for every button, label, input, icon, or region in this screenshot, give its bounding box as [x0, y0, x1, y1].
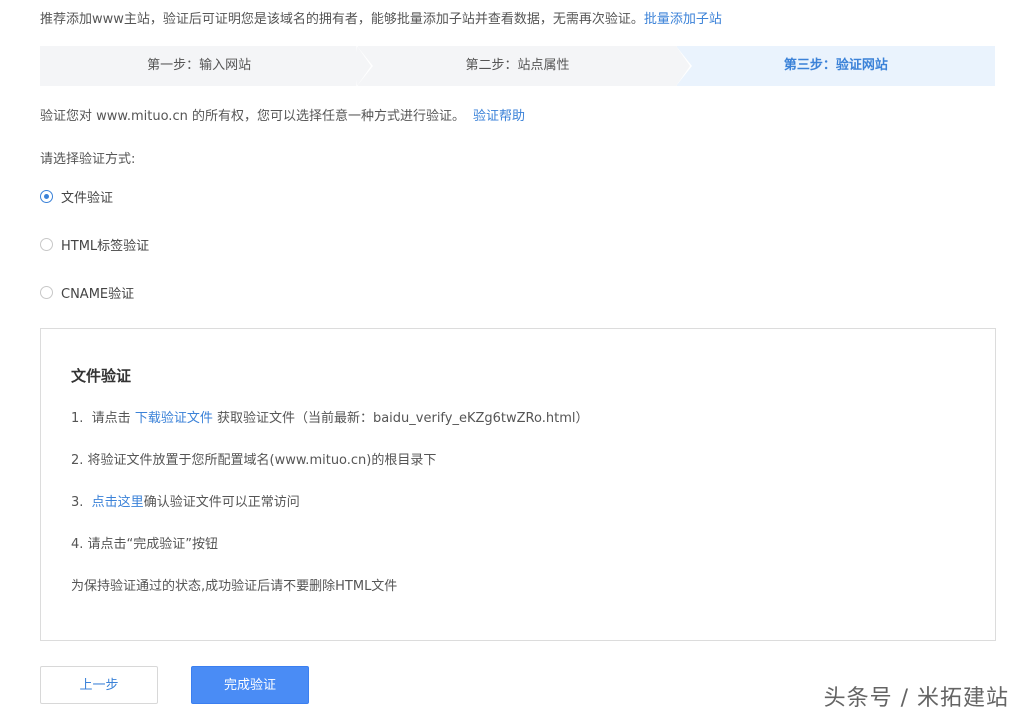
step-1-label: 第一步：输入网站 — [147, 58, 252, 73]
instruction-step-3: 3. 点击这里确认验证文件可以正常访问 — [71, 491, 300, 510]
radio-html-tag-verify-label: HTML标签验证 — [61, 239, 150, 254]
download-verify-file-link[interactable]: 下载验证文件 — [135, 411, 213, 426]
radio-file-verify[interactable]: 文件验证 — [40, 187, 113, 206]
radio-unchecked-icon[interactable] — [40, 238, 53, 251]
step-separator-icon — [357, 46, 374, 86]
prev-step-button[interactable]: 上一步 — [40, 666, 158, 704]
batch-add-subsite-link[interactable]: 批量添加子站 — [644, 12, 722, 27]
keep-file-note: 为保持验证通过的状态,成功验证后请不要删除HTML文件 — [71, 579, 398, 594]
verify-intro: 验证您对 www.mituo.cn 的所有权，您可以选择任意一种方式进行验证。验… — [40, 105, 525, 124]
complete-verify-button[interactable]: 完成验证 — [191, 666, 309, 704]
instruction-step-1: 1. 请点击 下载验证文件 获取验证文件（当前最新：baidu_verify_e… — [71, 407, 588, 426]
top-notice: 推荐添加www主站，验证后可证明您是该域名的拥有者，能够批量添加子站并查看数据，… — [40, 8, 722, 27]
choose-method-label: 请选择验证方式: — [40, 152, 136, 167]
check-here-link[interactable]: 点击这里 — [92, 495, 144, 510]
top-notice-text: 推荐添加www主站，验证后可证明您是该域名的拥有者，能够批量添加子站并查看数据，… — [40, 12, 644, 27]
step-2-label: 第二步：站点属性 — [465, 58, 570, 73]
step-separator-icon — [675, 46, 692, 86]
radio-cname-verify-label: CNAME验证 — [61, 287, 135, 302]
step3-prefix: 3. — [71, 495, 92, 510]
instruction-step-2: 2. 将验证文件放置于您所配置域名(www.mituo.cn)的根目录下 — [71, 453, 437, 468]
step-1: 第一步：输入网站 — [40, 46, 358, 86]
step-3-label: 第三步：验证网站 — [783, 58, 888, 73]
verify-help-link[interactable]: 验证帮助 — [473, 109, 525, 124]
radio-unchecked-icon[interactable] — [40, 286, 53, 299]
verify-intro-text: 验证您对 www.mituo.cn 的所有权，您可以选择任意一种方式进行验证。 — [40, 109, 465, 124]
step-3-active: 第三步：验证网站 — [675, 46, 995, 86]
panel-title: 文件验证 — [71, 367, 132, 385]
instruction-step-4: 4. 请点击“完成验证”按钮 — [71, 537, 219, 552]
step1-suffix: 获取验证文件（当前最新：baidu_verify_eKZg6twZRo.html… — [212, 411, 589, 426]
radio-html-tag-verify[interactable]: HTML标签验证 — [40, 235, 149, 254]
step-2: 第二步：站点属性 — [357, 46, 677, 86]
radio-cname-verify[interactable]: CNAME验证 — [40, 283, 134, 302]
step-progress-bar: 第一步：输入网站 第二步：站点属性 第三步：验证网站 — [40, 46, 995, 86]
watermark: 头条号 / 米拓建站 — [823, 686, 1009, 711]
radio-file-verify-label: 文件验证 — [61, 191, 114, 206]
radio-checked-icon[interactable] — [40, 190, 53, 203]
step1-prefix: 1. 请点击 — [71, 411, 135, 426]
file-verify-panel: 文件验证 1. 请点击 下载验证文件 获取验证文件（当前最新：baidu_ver… — [40, 328, 996, 641]
step3-suffix: 确认验证文件可以正常访问 — [143, 495, 300, 510]
